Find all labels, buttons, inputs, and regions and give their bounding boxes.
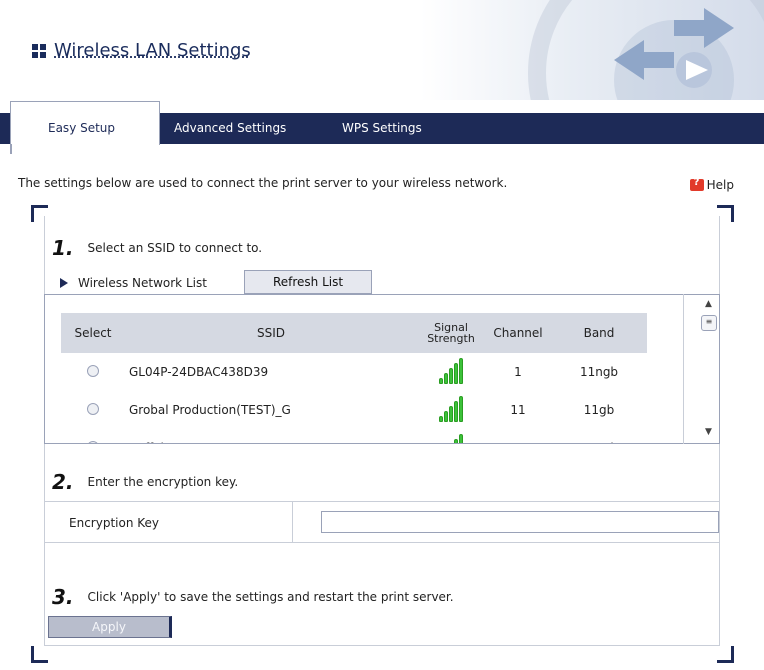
ssid-radio[interactable] [87, 364, 99, 377]
encryption-key-label: Encryption Key [45, 502, 294, 542]
network-table: Select SSID Signal Strength Channel Band… [61, 313, 681, 443]
bracket-corner [717, 646, 734, 663]
page-description: The settings below are used to connect t… [18, 176, 508, 190]
channel-cell: 9 [485, 429, 551, 443]
step-3-number: 3. [52, 585, 74, 609]
tab-advanced-settings[interactable]: Advanced Settings [174, 121, 286, 135]
step-2-number: 2. [52, 470, 74, 494]
grid-icon [32, 43, 46, 58]
help-label: Help [706, 178, 734, 192]
logo-arrows-icon [614, 8, 734, 88]
col-channel: Channel [485, 313, 551, 353]
apply-button[interactable]: Apply [48, 616, 172, 638]
encryption-key-input[interactable] [321, 511, 719, 533]
page-title: Wireless LAN Settings [32, 40, 251, 61]
band-cell: 11ngb [551, 429, 647, 443]
list-scrollbar[interactable]: ▲ ≡ ▼ [701, 299, 717, 439]
help-link[interactable]: Help [689, 177, 734, 192]
step-1: 1. Select an SSID to connect to. [52, 236, 262, 260]
col-band: Band [551, 313, 647, 353]
ssid-radio[interactable] [87, 440, 99, 443]
wireless-list-label: Wireless Network List [60, 276, 207, 290]
table-row[interactable]: GL04P-24DBAC438D39 1 11ngb [61, 353, 681, 391]
list-divider [683, 294, 684, 444]
scroll-down-icon[interactable]: ▼ [705, 427, 712, 437]
triangle-right-icon [60, 278, 68, 288]
channel-cell: 11 [510, 403, 526, 417]
tab-wps-settings[interactable]: WPS Settings [342, 121, 422, 135]
col-select: Select [61, 313, 125, 353]
table-header-row: Select SSID Signal Strength Channel Band [61, 313, 681, 353]
wireless-list-label-text: Wireless Network List [78, 276, 207, 290]
page-title-text: Wireless LAN Settings [54, 40, 251, 61]
signal-strength-icon [439, 395, 463, 422]
step-1-number: 1. [52, 236, 74, 260]
tab-easy-setup-label[interactable]: Easy Setup [48, 121, 115, 135]
step-3-text: Click 'Apply' to save the settings and r… [87, 590, 454, 604]
ssid-cell: Grobal Production(TEST)_G [129, 403, 291, 417]
ssid-radio[interactable] [87, 402, 99, 415]
channel-cell: 1 [514, 365, 522, 379]
col-signal: Signal Strength [417, 313, 485, 353]
table-row[interactable]: Buffalo-G-17CA 9 11ngb [61, 429, 681, 443]
ssid-cell: GL04P-24DBAC438D39 [129, 365, 269, 379]
band-cell: 11ngb [579, 365, 619, 379]
col-ssid: SSID [125, 313, 417, 353]
signal-strength-icon [439, 433, 463, 443]
table-row[interactable]: Grobal Production(TEST)_G 11 11gb [61, 391, 681, 429]
help-icon [689, 177, 704, 191]
scroll-up-icon[interactable]: ▲ [705, 299, 712, 309]
ssid-cell: Buffalo-G-17CA [125, 429, 417, 443]
network-list[interactable]: Select SSID Signal Strength Channel Band… [44, 294, 720, 444]
band-cell: 11gb [583, 403, 615, 417]
signal-strength-icon [439, 357, 463, 384]
scroll-thumb[interactable]: ≡ [701, 315, 717, 331]
step-2-text: Enter the encryption key. [87, 475, 239, 489]
refresh-list-button[interactable]: Refresh List [244, 270, 372, 294]
step-2: 2. Enter the encryption key. [52, 470, 238, 494]
step-3: 3. Click 'Apply' to save the settings an… [52, 585, 454, 609]
encryption-key-row: Encryption Key [44, 501, 720, 543]
bracket-corner [31, 646, 48, 663]
tab-border [10, 144, 12, 154]
step-1-text: Select an SSID to connect to. [87, 241, 263, 255]
